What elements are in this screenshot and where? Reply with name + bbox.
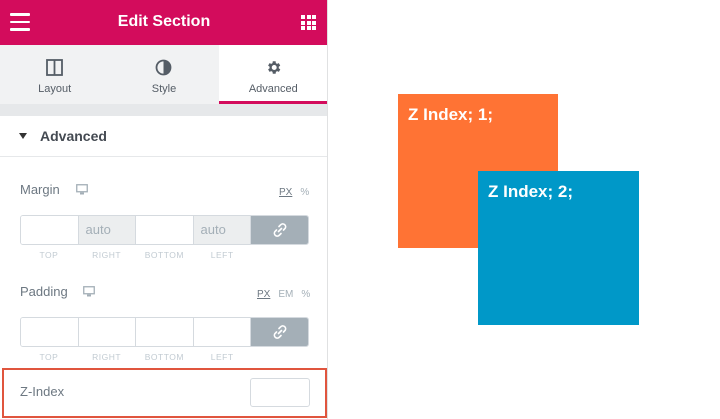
tabs-divider bbox=[0, 104, 327, 116]
unit-px[interactable]: PX bbox=[257, 289, 270, 300]
padding-bottom-input[interactable] bbox=[136, 318, 194, 346]
padding-units: PX EM % bbox=[257, 289, 310, 300]
tab-advanced[interactable]: Advanced bbox=[218, 45, 327, 104]
zindex-input[interactable] bbox=[250, 378, 310, 407]
tab-label: Advanced bbox=[248, 83, 298, 95]
margin-label: Margin bbox=[20, 182, 60, 197]
gear-icon bbox=[219, 57, 327, 77]
unit-em[interactable]: EM bbox=[278, 289, 293, 300]
zindex-2-box: Z Index; 2; bbox=[478, 171, 639, 325]
panel-title: Edit Section bbox=[117, 13, 211, 30]
margin-bottom-input[interactable] bbox=[136, 216, 194, 244]
margin-units: PX % bbox=[279, 187, 309, 198]
tab-label: Layout bbox=[38, 83, 72, 95]
section-header-advanced[interactable]: Advanced bbox=[0, 116, 327, 157]
editor-panel: Edit Section Layout Style Advanced Advan… bbox=[0, 0, 328, 419]
unit-percent[interactable]: % bbox=[300, 187, 309, 198]
tab-label: Style bbox=[151, 83, 177, 95]
link-values-button[interactable] bbox=[251, 318, 308, 346]
link-icon bbox=[273, 223, 286, 237]
zindex-control-highlight: Z-Index bbox=[2, 368, 327, 418]
margin-top-input[interactable] bbox=[21, 216, 79, 244]
panel-tabs: Layout Style Advanced bbox=[0, 45, 327, 104]
sublabel-left: LEFT bbox=[210, 250, 234, 260]
zindex-label: Z-Index bbox=[20, 384, 65, 399]
sublabel-right: RIGHT bbox=[92, 250, 122, 260]
padding-right-input[interactable] bbox=[78, 318, 136, 346]
unit-px[interactable]: PX bbox=[279, 187, 292, 198]
tab-layout[interactable]: Layout bbox=[0, 45, 110, 104]
caret-down-icon bbox=[19, 133, 27, 139]
link-values-button[interactable] bbox=[251, 216, 308, 244]
sublabel-left: LEFT bbox=[210, 352, 234, 362]
section-title: Advanced bbox=[40, 128, 107, 144]
padding-label: Padding bbox=[20, 284, 68, 299]
layout-columns-icon bbox=[0, 57, 109, 77]
half-circle-icon bbox=[109, 57, 218, 77]
desktop-icon[interactable] bbox=[83, 286, 95, 297]
margin-left-input[interactable]: auto bbox=[193, 216, 251, 244]
panel-header: Edit Section bbox=[0, 0, 327, 45]
sublabel-right: RIGHT bbox=[92, 352, 122, 362]
margin-sublabels: TOP RIGHT BOTTOM LEFT bbox=[20, 250, 251, 260]
desktop-icon[interactable] bbox=[76, 184, 88, 195]
tab-style[interactable]: Style bbox=[109, 45, 219, 104]
sublabel-top: TOP bbox=[39, 352, 59, 362]
padding-sublabels: TOP RIGHT BOTTOM LEFT bbox=[20, 352, 251, 362]
padding-left-input[interactable] bbox=[193, 318, 251, 346]
margin-dimensions: auto auto bbox=[20, 215, 309, 245]
padding-dimensions bbox=[20, 317, 309, 347]
sublabel-bottom: BOTTOM bbox=[144, 250, 184, 260]
link-icon bbox=[273, 325, 286, 339]
unit-percent[interactable]: % bbox=[301, 289, 310, 300]
grid-icon[interactable] bbox=[301, 15, 316, 30]
sublabel-bottom: BOTTOM bbox=[144, 352, 184, 362]
sublabel-top: TOP bbox=[39, 250, 59, 260]
margin-right-input[interactable]: auto bbox=[78, 216, 136, 244]
padding-top-input[interactable] bbox=[21, 318, 79, 346]
